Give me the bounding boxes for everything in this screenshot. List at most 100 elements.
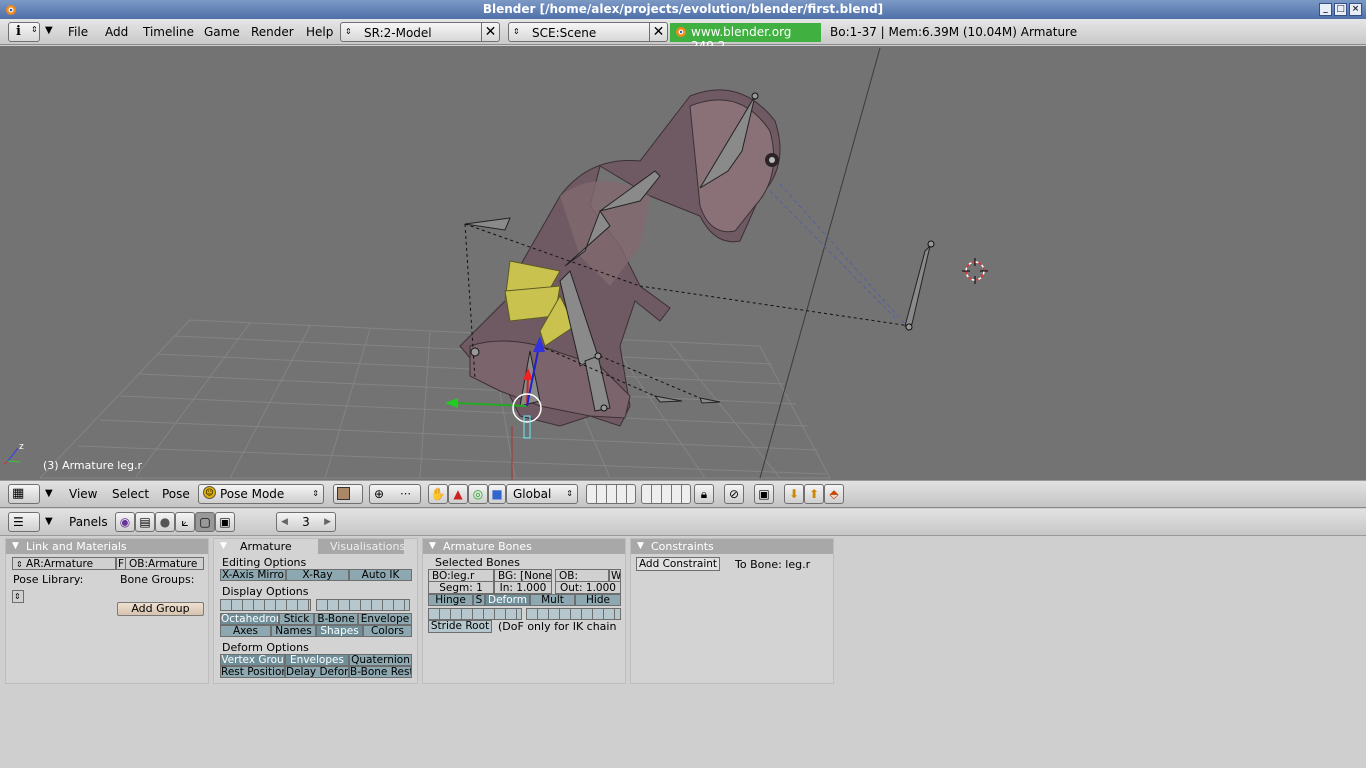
menu-add[interactable]: Add — [105, 25, 128, 39]
bone-layer-buttons-1[interactable] — [428, 608, 522, 620]
panels-menu[interactable]: Panels — [69, 515, 108, 529]
menu-select[interactable]: Select — [112, 487, 149, 501]
copy-pose-button[interactable]: ⬇ — [784, 484, 804, 504]
script-context-button[interactable]: ▤ — [135, 512, 155, 532]
scene-context-button[interactable]: ▣ — [215, 512, 235, 532]
scene-browse-field[interactable]: ⇕ SCE:Scene ✕ — [508, 22, 668, 42]
editor-type-select[interactable]: ☰ — [8, 512, 40, 532]
add-group-button[interactable]: Add Group — [117, 602, 204, 616]
increment-icon[interactable]: ▶ — [324, 513, 331, 531]
screen-name[interactable]: SR:2-Model — [364, 26, 432, 40]
hide-toggle[interactable]: Hide — [575, 594, 621, 606]
shapes-toggle[interactable]: Shapes — [316, 625, 363, 637]
object-name-field[interactable]: OB:Armature — [125, 557, 204, 570]
editor-type-select[interactable]: i ⇕ — [8, 22, 40, 42]
tab-visualisations[interactable]: Visualisations — [318, 539, 405, 554]
orientation-select[interactable]: Global ⇕ — [506, 484, 578, 504]
object-context-button[interactable]: ⟀ — [175, 512, 195, 532]
info-icon: i — [16, 24, 21, 39]
3d-cursor-icon[interactable] — [962, 258, 988, 284]
add-constraint-button[interactable]: Add Constraint — [636, 557, 720, 571]
ease-in-field[interactable]: In: 1.000 — [494, 581, 552, 594]
bone-layers-1[interactable] — [220, 599, 311, 611]
manipulator-translate-button[interactable]: ▲ — [448, 484, 468, 504]
minimize-button[interactable]: _ — [1319, 3, 1332, 16]
mult-toggle[interactable]: Mult — [530, 594, 575, 606]
scale-inherit-toggle[interactable]: S — [473, 594, 485, 606]
envelopes-toggle[interactable]: Envelopes — [285, 654, 349, 666]
panel-header[interactable]: ▼ Constraints — [631, 539, 833, 554]
layer-buttons-1[interactable] — [586, 484, 636, 504]
screen-browse-field[interactable]: ⇕ SR:2-Model ✕ — [340, 22, 500, 42]
tab-armature[interactable]: Armature — [232, 539, 318, 554]
stick-toggle[interactable]: Stick — [279, 613, 314, 625]
collapse-triangle-icon[interactable]: ▼ — [45, 516, 53, 527]
deform-toggle[interactable]: Deform — [485, 594, 530, 606]
manipulator-rotate-button[interactable]: ◎ — [468, 484, 488, 504]
logic-context-button[interactable]: ◉ — [115, 512, 135, 532]
quaternion-toggle[interactable]: Quaternion — [349, 654, 412, 666]
bone-layer-buttons-2[interactable] — [526, 608, 621, 620]
window-titlebar: Blender [/home/alex/projects/evolution/b… — [0, 0, 1366, 19]
paste-pose-button[interactable]: ⬆ — [804, 484, 824, 504]
layer-buttons-2[interactable] — [641, 484, 691, 504]
pivot-select[interactable]: ⊕ ⋯ — [369, 484, 421, 504]
pose-library-browse[interactable]: ⇕ — [12, 590, 24, 603]
b-bone-rest-toggle[interactable]: B-Bone Rest — [349, 666, 412, 678]
render-preview-button[interactable]: ▣ — [754, 484, 774, 504]
menu-render[interactable]: Render — [251, 25, 294, 39]
x-ray-toggle[interactable]: X-Ray — [286, 569, 349, 581]
blender-logo-icon — [676, 27, 686, 37]
colors-toggle[interactable]: Colors — [363, 625, 412, 637]
manipulator-hand-button[interactable]: ✋ — [428, 484, 448, 504]
scene-delete-icon[interactable]: ✕ — [649, 23, 667, 41]
frame-field[interactable]: ◀ 3 ▶ — [276, 512, 336, 532]
panel-header[interactable]: ▼ Armature Bones — [423, 539, 625, 554]
names-toggle[interactable]: Names — [271, 625, 316, 637]
bone-layers-2[interactable] — [316, 599, 410, 611]
proportional-edit-button[interactable]: ⊘ — [724, 484, 744, 504]
lock-layers-button[interactable]: 🔒︎ — [694, 484, 714, 504]
scene-name[interactable]: SCE:Scene — [532, 26, 596, 40]
hinge-toggle[interactable]: Hinge — [428, 594, 473, 606]
square-icon: ■ — [491, 487, 503, 501]
mode-select[interactable]: ☺ Pose Mode ⇕ — [198, 484, 324, 504]
auto-ik-toggle[interactable]: Auto IK — [349, 569, 412, 581]
panel-armature: ▼ Armature Visualisations Editing Option… — [213, 538, 418, 684]
menu-pose[interactable]: Pose — [162, 487, 190, 501]
panel-header[interactable]: ▼ Link and Materials — [6, 539, 208, 554]
stride-root-button[interactable]: Stride Root — [428, 620, 492, 633]
b-bone-toggle[interactable]: B-Bone — [314, 613, 358, 625]
axes-toggle[interactable]: Axes — [220, 625, 271, 637]
shading-context-button[interactable]: ● — [155, 512, 175, 532]
close-window-button[interactable]: × — [1349, 3, 1362, 16]
octahedron-toggle[interactable]: Octahedron — [220, 613, 279, 625]
editor-type-select[interactable]: ▦ — [8, 484, 40, 504]
vertex-groups-toggle[interactable]: Vertex Grou — [220, 654, 285, 666]
manipulator-scale-button[interactable]: ■ — [488, 484, 506, 504]
editing-context-button[interactable]: ▢ — [195, 512, 215, 532]
menu-game[interactable]: Game — [204, 25, 240, 39]
3d-viewport[interactable]: z (3) Armature leg.r — [0, 46, 1366, 480]
collapse-triangle-icon[interactable]: ▼ — [45, 488, 53, 499]
menu-timeline[interactable]: Timeline — [143, 25, 194, 39]
draw-type-select[interactable] — [333, 484, 363, 504]
scene-drawing[interactable] — [0, 46, 1366, 480]
collapse-triangle-icon[interactable]: ▼ — [220, 539, 227, 554]
x-axis-mirror-toggle[interactable]: X-Axis Mirro — [220, 569, 286, 581]
menu-help[interactable]: Help — [306, 25, 333, 39]
screen-delete-icon[interactable]: ✕ — [481, 23, 499, 41]
segments-field[interactable]: Segm: 1 — [428, 581, 494, 594]
maximize-button[interactable]: □ — [1334, 3, 1347, 16]
armature-data-field[interactable]: ⇕ AR:Armature — [12, 557, 116, 570]
rest-position-toggle[interactable]: Rest Position — [220, 666, 285, 678]
decrement-icon[interactable]: ◀ — [281, 513, 288, 531]
ease-out-field[interactable]: Out: 1.000 — [555, 581, 621, 594]
paste-flipped-pose-button[interactable]: ⬘ — [824, 484, 844, 504]
envelope-toggle[interactable]: Envelope — [358, 613, 412, 625]
menu-view[interactable]: View — [69, 487, 97, 501]
collapse-triangle-icon[interactable]: ▼ — [45, 25, 53, 36]
pose-library-label: Pose Library: — [13, 573, 84, 586]
menu-file[interactable]: File — [68, 25, 88, 39]
delay-deform-toggle[interactable]: Delay Defor — [285, 666, 349, 678]
